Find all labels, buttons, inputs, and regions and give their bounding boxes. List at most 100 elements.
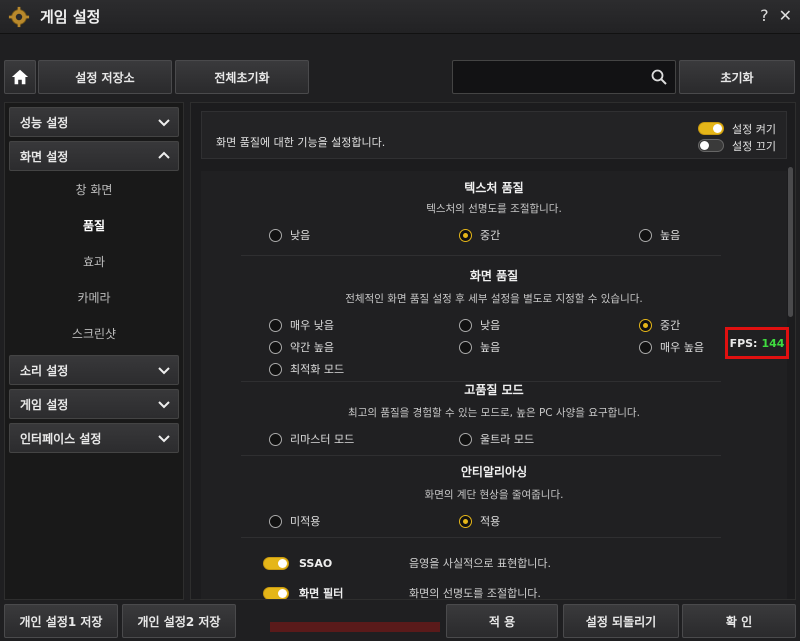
sidebar-item-effects[interactable]: 효과	[5, 243, 183, 279]
fps-value: 144	[761, 336, 785, 350]
hq-mode-desc: 최고의 품질을 경험할 수 있는 모드로, 높은 PC 사양을 요구합니다.	[348, 407, 640, 419]
legend-off-label: 설정 끄기	[732, 139, 776, 153]
sidebar-item-camera[interactable]: 카메라	[5, 279, 183, 315]
ssao-toggle[interactable]	[263, 556, 289, 570]
init-button[interactable]: 초기화	[679, 60, 795, 94]
toggle-off-icon	[698, 139, 725, 152]
save-slot-button[interactable]: 설정 저장소	[38, 60, 172, 94]
title-bar: 게임 설정 ? ✕	[0, 0, 800, 34]
radio-icon	[269, 514, 282, 528]
background-strip	[270, 622, 440, 632]
toggle-legend: 설정 켜기 설정 끄기	[698, 120, 776, 154]
radio-selected-icon	[639, 318, 652, 332]
toggle-on-icon	[698, 122, 725, 135]
hq-mode-title: 고품질 모드	[464, 383, 524, 397]
screen-option-slightly-high[interactable]: 약간 높음	[269, 339, 334, 355]
category-label: 화면 설정	[20, 149, 69, 164]
texture-quality-title: 텍스처 품질	[464, 181, 524, 195]
screen-quality-title: 화면 품질	[469, 269, 519, 283]
legend-on-label: 설정 켜기	[732, 122, 776, 136]
screen-filter-toggle[interactable]	[263, 586, 289, 599]
screen-option-very-high[interactable]: 매우 높음	[639, 339, 704, 355]
home-button[interactable]	[4, 60, 36, 94]
radio-icon	[269, 228, 282, 242]
hq-option-remaster[interactable]: 리마스터 모드	[269, 431, 354, 447]
save-slot1-button[interactable]: 개인 설정1 저장	[4, 604, 118, 638]
sidebar-item-screenshot[interactable]: 스크린샷	[5, 315, 183, 351]
gear-icon	[8, 6, 30, 27]
divider	[241, 455, 721, 456]
aa-title: 안티알리아싱	[460, 465, 528, 479]
chevron-down-icon	[158, 367, 170, 375]
search-icon[interactable]	[651, 69, 667, 85]
divider	[241, 255, 721, 256]
category-label: 게임 설정	[20, 397, 69, 412]
radio-icon	[269, 340, 282, 354]
sidebar-category-display[interactable]: 화면 설정	[9, 141, 179, 171]
toolbar: 설정 저장소 전체초기화 초기화	[0, 58, 800, 96]
sidebar-category-interface[interactable]: 인터페이스 설정	[9, 423, 179, 453]
settings-panel: 화면 품질에 대한 기능을 설정합니다. 설정 켜기 설정 끄기 텍스처 품질 …	[190, 102, 796, 600]
screen-option-optimized[interactable]: 최적화 모드	[269, 361, 344, 377]
help-button[interactable]: ?	[760, 6, 769, 25]
fps-counter: FPS: 144	[725, 327, 789, 359]
aa-option-on[interactable]: 적용	[459, 513, 500, 529]
revert-button[interactable]: 설정 되돌리기	[563, 604, 679, 638]
sidebar-item-window[interactable]: 창 화면	[5, 171, 183, 207]
radio-selected-icon	[459, 228, 472, 242]
settings-content: 텍스처 품질 텍스처의 선명도를 조절합니다. 낮음 중간 높음 화면 품질 전…	[201, 171, 789, 600]
chevron-down-icon	[158, 119, 170, 127]
aa-option-off[interactable]: 미적용	[269, 513, 320, 529]
sidebar-category-sound[interactable]: 소리 설정	[9, 355, 179, 385]
screen-quality-desc: 전체적인 화면 품질 설정 후 세부 설정을 별도로 지정할 수 있습니다.	[345, 293, 643, 305]
radio-icon	[639, 340, 652, 354]
feature-row-ssao: SSAO 음영을 사실적으로 표현합니다.	[263, 555, 551, 571]
texture-quality-desc: 텍스처의 선명도를 조절합니다.	[426, 203, 562, 215]
chevron-up-icon	[158, 151, 170, 159]
texture-option-low[interactable]: 낮음	[269, 227, 310, 243]
sidebar-item-quality[interactable]: 품질	[5, 207, 183, 243]
chevron-down-icon	[158, 435, 170, 443]
screen-option-low[interactable]: 낮음	[459, 317, 500, 333]
sidebar-category-performance[interactable]: 성능 설정	[9, 107, 179, 137]
radio-icon	[459, 340, 472, 354]
radio-icon	[459, 318, 472, 332]
divider	[241, 537, 721, 538]
sidebar-category-game[interactable]: 게임 설정	[9, 389, 179, 419]
apply-button[interactable]: 적 용	[446, 604, 558, 638]
feature-row-screen-filter: 화면 필터 화면의 선명도를 조절합니다.	[263, 585, 541, 600]
panel-header: 화면 품질에 대한 기능을 설정합니다. 설정 켜기 설정 끄기	[201, 111, 787, 159]
window-title: 게임 설정	[40, 8, 101, 26]
category-label: 인터페이스 설정	[20, 431, 102, 446]
scrollbar[interactable]	[788, 167, 793, 317]
category-label: 소리 설정	[20, 363, 69, 378]
save-slot2-button[interactable]: 개인 설정2 저장	[122, 604, 236, 638]
category-label: 성능 설정	[20, 115, 69, 130]
fps-label: FPS:	[729, 336, 758, 350]
chevron-down-icon	[158, 401, 170, 409]
feature-desc: 화면의 선명도를 조절합니다.	[409, 587, 541, 600]
radio-icon	[269, 432, 282, 446]
reset-all-button[interactable]: 전체초기화	[175, 60, 309, 94]
search-input[interactable]	[453, 61, 643, 93]
aa-desc: 화면의 계단 현상을 줄여줍니다.	[424, 489, 564, 501]
screen-option-medium[interactable]: 중간	[639, 317, 680, 333]
bottom-bar: 개인 설정1 저장 개인 설정2 저장 적 용 설정 되돌리기 확 인	[0, 602, 800, 641]
feature-name: SSAO	[299, 556, 333, 570]
radio-icon	[639, 228, 652, 242]
texture-option-medium[interactable]: 중간	[459, 227, 500, 243]
texture-option-high[interactable]: 높음	[639, 227, 680, 243]
radio-icon	[269, 362, 282, 376]
feature-name: 화면 필터	[299, 587, 344, 600]
radio-icon	[269, 318, 282, 332]
radio-icon	[459, 432, 472, 446]
search-box	[452, 60, 676, 94]
feature-desc: 음영을 사실적으로 표현합니다.	[409, 557, 552, 570]
hq-option-ultra[interactable]: 울트라 모드	[459, 431, 534, 447]
radio-selected-icon	[459, 514, 472, 528]
ok-button[interactable]: 확 인	[682, 604, 796, 638]
home-icon	[11, 69, 29, 85]
close-button[interactable]: ✕	[779, 6, 792, 25]
screen-option-high[interactable]: 높음	[459, 339, 500, 355]
screen-option-very-low[interactable]: 매우 낮음	[269, 317, 334, 333]
